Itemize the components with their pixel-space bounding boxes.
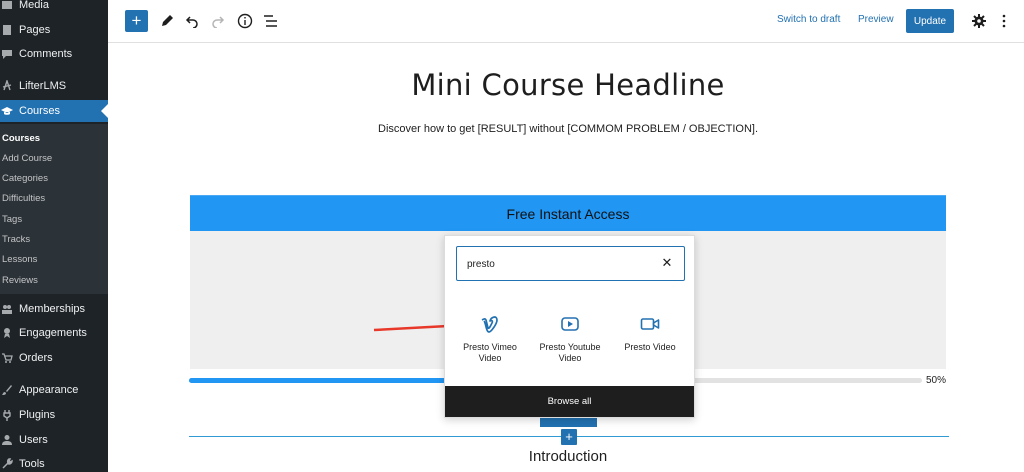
sidebar-item-users[interactable]: Users [0, 429, 108, 451]
sidebar-item-engagements[interactable]: Engagements [0, 322, 108, 344]
submenu-item-tracks[interactable]: Tracks [2, 234, 30, 245]
update-button[interactable]: Update [906, 9, 954, 33]
progress-label: 50% [926, 375, 947, 386]
block-item-label: Presto Video [624, 342, 676, 352]
sidebar-item-label: Engagements [19, 327, 87, 339]
sidebar-item-orders[interactable]: Orders [0, 347, 108, 369]
sidebar-item-label: Comments [19, 48, 73, 60]
submenu-item-difficulties[interactable]: Difficulties [2, 193, 45, 204]
sidebar-item-label: Tools [19, 458, 45, 470]
block-item-label: Presto Youtube Video [539, 342, 601, 363]
sidebar-item-appearance[interactable]: Appearance [0, 379, 108, 401]
courses-submenu: Courses Add Course Categories Difficulti… [0, 124, 108, 294]
graduation-cap-icon [1, 105, 13, 117]
brush-icon [1, 384, 13, 396]
block-search-input[interactable] [467, 256, 647, 272]
browse-all-button[interactable]: Browse all [445, 386, 694, 417]
memberships-icon [1, 303, 13, 315]
sidebar-item-tools[interactable]: Tools [0, 453, 108, 472]
submenu-item-courses[interactable]: Courses [2, 133, 40, 144]
cta-banner[interactable]: Free Instant Access [190, 195, 946, 231]
engagements-icon [1, 327, 13, 339]
block-item-presto-vimeo-video[interactable]: Presto Vimeo Video [451, 314, 529, 364]
submenu-item-categories[interactable]: Categories [2, 173, 48, 184]
preview-link[interactable]: Preview [858, 14, 894, 25]
close-icon[interactable]: ✕ [660, 256, 674, 270]
sidebar-item-label: LifterLMS [19, 80, 67, 92]
block-inserter-plus-button[interactable]: + [561, 429, 577, 445]
cart-icon [1, 352, 13, 364]
sidebar-item-label: Appearance [19, 384, 79, 396]
submenu-item-tags[interactable]: Tags [2, 214, 22, 225]
block-item-presto-youtube-video[interactable]: Presto Youtube Video [531, 314, 609, 364]
block-inserter-popover: ✕ Presto Vimeo Video Presto Youtube Vide… [444, 235, 695, 418]
info-icon[interactable] [237, 13, 253, 29]
active-indicator [101, 104, 108, 118]
editor-toolbar: + Switch to draft Preview Update [108, 0, 1024, 43]
submenu-item-add-course[interactable]: Add Course [2, 153, 52, 164]
switch-to-draft-link[interactable]: Switch to draft [777, 14, 840, 25]
submenu-item-reviews[interactable]: Reviews [2, 275, 38, 286]
sidebar-item-label: Memberships [19, 303, 86, 315]
plug-icon [1, 409, 13, 421]
sidebar-item-plugins[interactable]: Plugins [0, 404, 108, 426]
sidebar-item-lifterlms[interactable]: LifterLMS [0, 75, 108, 97]
undo-icon[interactable] [185, 14, 199, 28]
sidebar-item-label: Users [19, 434, 48, 446]
sidebar-item-label: Media [19, 0, 49, 11]
more-options-icon[interactable] [999, 13, 1009, 29]
video-camera-icon [640, 314, 660, 334]
sidebar-item-label: Courses [19, 105, 60, 117]
settings-gear-icon[interactable] [972, 14, 986, 28]
sidebar-item-comments[interactable]: Comments [0, 43, 108, 65]
redo-icon[interactable] [211, 14, 225, 28]
admin-sidebar: Media Pages Comments LifterLMS Courses C… [0, 0, 108, 472]
sidebar-item-label: Plugins [19, 409, 56, 421]
comments-icon [1, 48, 13, 60]
block-item-presto-video[interactable]: Presto Video [611, 314, 689, 353]
list-view-icon[interactable] [263, 14, 279, 28]
pages-icon [1, 24, 13, 36]
block-search-box: ✕ [456, 246, 685, 281]
wrench-icon [1, 458, 13, 470]
sidebar-item-pages[interactable]: Pages [0, 19, 108, 41]
sidebar-item-label: Orders [19, 352, 53, 364]
partially-hidden-button[interactable] [540, 418, 597, 427]
youtube-icon [560, 314, 580, 334]
sidebar-item-courses[interactable]: Courses [0, 100, 108, 122]
media-icon [1, 0, 13, 11]
sidebar-item-memberships[interactable]: Memberships [0, 298, 108, 320]
sidebar-item-media[interactable]: Media [0, 0, 108, 16]
lifterlms-icon [1, 80, 13, 92]
submenu-item-lessons[interactable]: Lessons [2, 254, 37, 265]
section-title[interactable]: Introduction [108, 448, 1024, 465]
edit-pencil-icon[interactable] [160, 14, 174, 28]
page-headline[interactable]: Mini Course Headline [108, 68, 1024, 102]
sidebar-item-label: Pages [19, 24, 51, 36]
users-icon [1, 434, 13, 446]
vimeo-icon [480, 314, 500, 334]
block-item-label: Presto Vimeo Video [463, 342, 517, 363]
page-subheadline[interactable]: Discover how to get [RESULT] without [CO… [108, 123, 1024, 135]
add-block-button[interactable]: + [125, 10, 148, 32]
